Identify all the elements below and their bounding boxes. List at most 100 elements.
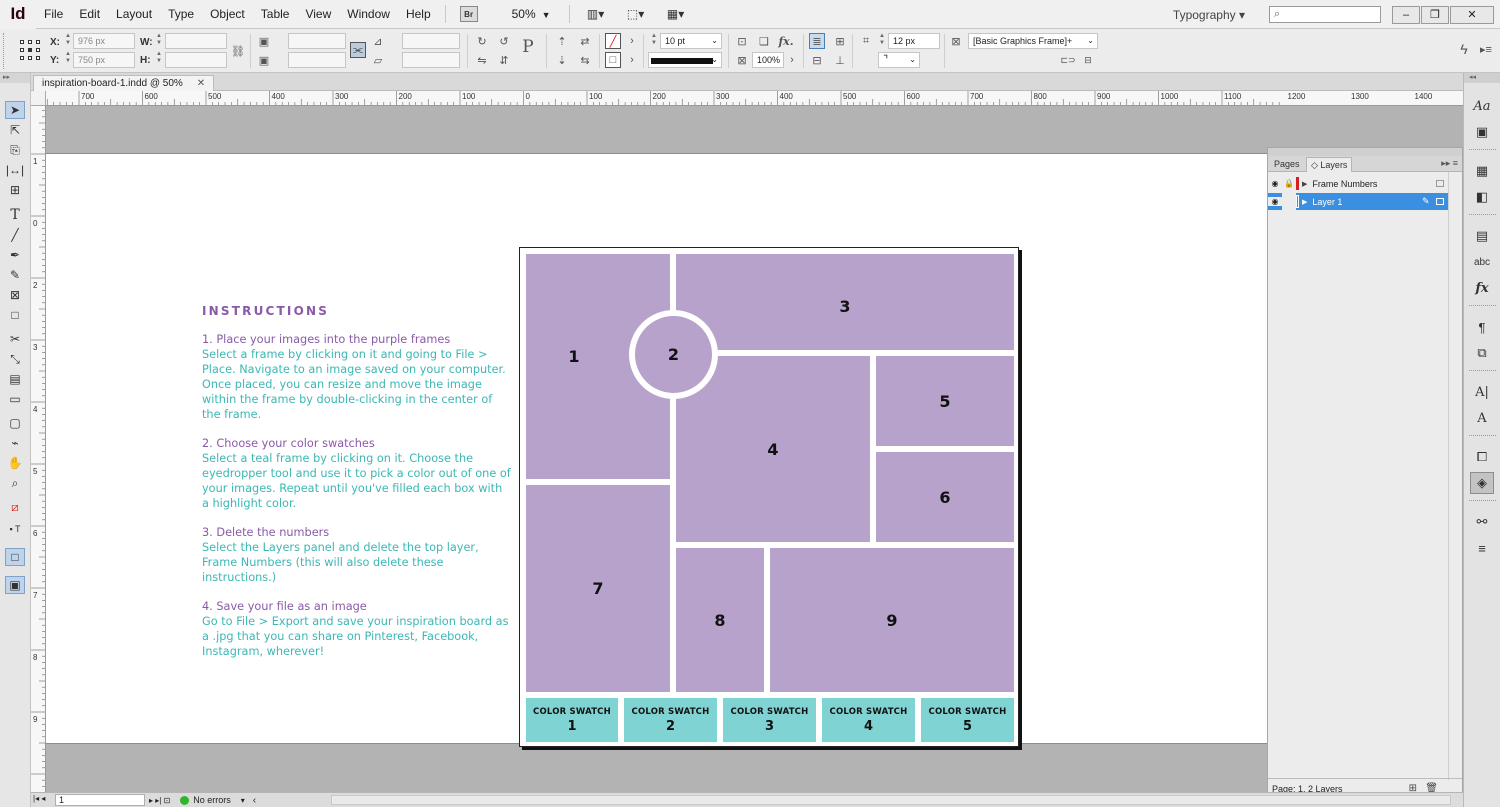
image-frame-3[interactable]: 3 <box>676 254 1014 350</box>
visibility-eye-icon[interactable]: ◉ <box>1268 179 1282 188</box>
opacity-field[interactable]: 100% <box>752 52 784 68</box>
arrange-documents-icon[interactable]: ▦▾ <box>659 5 693 23</box>
close-tab-icon[interactable]: ✕ <box>197 76 205 91</box>
pen-tool-icon[interactable]: ✒ <box>5 246 25 264</box>
y-stepper[interactable]: ▲ ▼ <box>64 51 72 67</box>
gap-tool-icon[interactable]: |↔| <box>5 161 25 179</box>
lock-toggle[interactable] <box>1282 193 1296 210</box>
w-field[interactable] <box>165 33 227 49</box>
gradient-swatch-tool-icon[interactable]: ▤ <box>5 370 25 388</box>
tab-layers[interactable]: ◇ Layers <box>1306 157 1353 172</box>
scale-y-field[interactable] <box>288 52 346 68</box>
image-frame-6[interactable]: 6 <box>876 452 1014 542</box>
apply-style-icon[interactable]: ⊡ <box>734 33 750 49</box>
object-style-icon[interactable]: ⊠ <box>948 33 964 49</box>
fill-stroke-icon[interactable]: ⧄ <box>5 498 25 516</box>
menu-type[interactable]: Type <box>160 0 202 29</box>
layer-row-frame-numbers[interactable]: ◉ 🔒 ▶ Frame Numbers <box>1268 175 1448 192</box>
color-swatch-3[interactable]: COLOR SWATCH 3 <box>723 698 816 742</box>
color-swatch-2[interactable]: COLOR SWATCH 2 <box>624 698 717 742</box>
text-wrap-jump-icon[interactable]: ⊥ <box>832 52 848 68</box>
screen-mode-icon[interactable]: ⬚▾ <box>619 5 653 23</box>
stroke-swatch-icon[interactable]: □ <box>605 52 621 68</box>
constrain-proportions-icon[interactable]: ⛓ <box>230 43 246 59</box>
panel-grip[interactable] <box>3 33 7 69</box>
flip-horizontal-icon[interactable]: ⇋ <box>474 52 490 68</box>
corner-size-stepper[interactable]: ▲ ▼ <box>878 33 886 49</box>
reference-point-icon[interactable] <box>20 40 40 60</box>
chevron-right-icon[interactable]: › <box>624 52 640 68</box>
panel-scrollbar[interactable] <box>1448 172 1462 780</box>
layer-selection-square[interactable] <box>1436 180 1444 187</box>
image-frame-2[interactable]: 2 <box>629 310 718 399</box>
clear-overrides-icon[interactable]: ⊏⊃ <box>1060 52 1076 68</box>
eyedropper-tool-icon[interactable]: ⌁ <box>5 434 25 452</box>
free-transform-tool-icon[interactable]: ⤡ <box>5 350 25 368</box>
shear-field[interactable] <box>402 52 460 68</box>
stroke-weight-stepper[interactable]: ▲ ▼ <box>650 33 658 49</box>
lock-icon[interactable]: 🔒 <box>1282 179 1296 188</box>
note-tool-icon[interactable]: ▢ <box>5 414 25 432</box>
glyphs-icon[interactable]: A <box>1470 407 1494 429</box>
expand-triangle-icon[interactable]: ▶ <box>1302 198 1307 206</box>
inspiration-board-page[interactable]: 1 3 4 5 6 7 8 9 2 COLOR SWATCH 1 COLOR S… <box>519 247 1019 747</box>
search-input[interactable]: ⌕ <box>1269 6 1381 23</box>
text-wrap-shape-icon[interactable]: ⊟ <box>809 52 825 68</box>
document-tab[interactable]: inspiration-board-1.indd @ 50% ✕ <box>33 75 215 91</box>
effects-fx-icon[interactable]: fx <box>1470 277 1494 299</box>
rotate-cw-icon[interactable]: ↻ <box>474 33 490 49</box>
screen-mode-icon[interactable]: ▣ <box>5 576 25 594</box>
stroke-weight-field[interactable]: 10 pt ⌄ <box>660 33 722 49</box>
ruler-origin[interactable] <box>31 91 46 106</box>
tools-panel-header[interactable]: ▸▸ <box>0 73 30 83</box>
image-frame-7[interactable]: 7 <box>526 485 670 692</box>
scissors-tool-icon[interactable]: ✂ <box>5 330 25 348</box>
image-frame-9[interactable]: 9 <box>770 548 1014 692</box>
rectangle-tool-icon[interactable]: □ <box>5 306 25 324</box>
minimize-button[interactable]: – <box>1392 5 1420 24</box>
next-page-icon[interactable]: ▸ ▸| ⊡ <box>149 796 170 805</box>
pencil-tool-icon[interactable]: ✎ <box>5 266 25 284</box>
corner-size-field[interactable]: 12 px <box>888 33 940 49</box>
quick-apply-icon[interactable]: ϟ <box>1456 41 1472 57</box>
chevron-down-icon[interactable]: ▾ <box>241 796 245 805</box>
menu-view[interactable]: View <box>297 0 339 29</box>
type-tool-icon[interactable]: T <box>5 206 25 224</box>
dock-header[interactable]: ◂◂ <box>1464 73 1500 83</box>
hand-tool-icon[interactable]: ✋ <box>5 454 25 472</box>
first-page-icon[interactable]: |◂ ◂ <box>33 794 45 803</box>
story-icon[interactable]: ▤ <box>1470 225 1494 247</box>
corner-options-icon[interactable]: ⌗ <box>858 33 874 49</box>
spelling-abc-icon[interactable]: abc <box>1470 251 1494 273</box>
panel-menu-icon[interactable]: ▸▸ ≡ <box>1441 158 1458 169</box>
color-swatch-4[interactable]: COLOR SWATCH 4 <box>822 698 915 742</box>
instructions-text-frame[interactable]: INSTRUCTIONS 1. Place your images into t… <box>202 304 512 673</box>
scale-y-icon[interactable]: ▣ <box>256 52 272 68</box>
object-style-dropdown[interactable]: [Basic Graphics Frame]+ ⌄ <box>968 33 1098 49</box>
menu-object[interactable]: Object <box>202 0 253 29</box>
character-styles-icon[interactable]: Aa <box>1470 95 1494 117</box>
expand-triangle-icon[interactable]: ▶ <box>1302 180 1307 188</box>
menu-edit[interactable]: Edit <box>71 0 108 29</box>
table-styles-icon[interactable]: ◧ <box>1470 186 1494 208</box>
corner-shape-dropdown[interactable]: ⌝ ⌄ <box>878 52 920 68</box>
document-canvas[interactable]: INSTRUCTIONS 1. Place your images into t… <box>46 106 1463 792</box>
effects-fx-icon[interactable]: fx. <box>778 33 794 49</box>
scale-x-icon[interactable]: ▣ <box>256 33 272 49</box>
paragraph-icon[interactable]: ¶ <box>1470 316 1494 338</box>
create-style-icon[interactable]: ⊟ <box>1080 52 1096 68</box>
link-scale-icon[interactable]: ⫘ <box>350 42 366 58</box>
paragraph-p-icon[interactable]: P <box>520 37 536 57</box>
spread[interactable]: INSTRUCTIONS 1. Place your images into t… <box>46 153 1463 747</box>
pages-icon[interactable]: ⧠ <box>1470 446 1494 468</box>
panel-menu-icon[interactable]: ▸≡ <box>1478 41 1494 57</box>
formatting-affects-icon[interactable]: ▪ T <box>5 520 25 538</box>
w-stepper[interactable]: ▲ ▼ <box>155 33 163 49</box>
layer-selection-square[interactable] <box>1436 198 1444 205</box>
visibility-eye-icon[interactable]: ◉ <box>1268 197 1282 206</box>
shear-angle-icon[interactable]: ▱ <box>370 52 386 68</box>
tab-pages[interactable]: Pages <box>1270 157 1304 172</box>
table-icon[interactable]: ▦ <box>1470 160 1494 182</box>
page-tool-icon[interactable]: ⎘ <box>5 141 25 159</box>
x-field[interactable]: 976 px <box>73 33 135 49</box>
